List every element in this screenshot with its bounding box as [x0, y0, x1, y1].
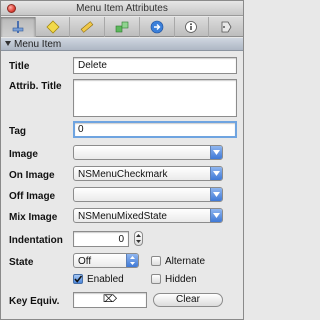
- enabled-label: Enabled: [87, 274, 124, 285]
- tag-label: Tag: [9, 126, 27, 137]
- key-equiv-field[interactable]: ⌦: [73, 292, 147, 308]
- tab-size[interactable]: [70, 17, 106, 37]
- mix-image-label: Mix Image: [9, 212, 58, 223]
- alternate-label: Alternate: [165, 256, 206, 267]
- tab-attributes[interactable]: [1, 17, 36, 37]
- key-equiv-label: Key Equiv.: [9, 296, 60, 307]
- combo-arrow-icon[interactable]: [210, 209, 222, 222]
- hidden-checkbox[interactable]: [151, 274, 161, 284]
- disclosure-triangle-icon[interactable]: [5, 41, 11, 46]
- ruler-icon: [80, 21, 94, 33]
- identity-tag-icon: [221, 21, 232, 33]
- on-image-combo[interactable]: NSMenuCheckmark: [73, 166, 223, 181]
- window-title: Menu Item Attributes: [76, 3, 168, 14]
- clear-button[interactable]: Clear: [153, 293, 223, 307]
- tab-connections[interactable]: [36, 17, 71, 37]
- checkmark-icon: [74, 275, 83, 283]
- connections-diamond-icon: [46, 20, 60, 34]
- tab-effects[interactable]: [140, 17, 175, 37]
- bindings-boxes-icon: [115, 21, 129, 33]
- section-header-menu-item[interactable]: Menu Item: [1, 38, 243, 51]
- tag-field[interactable]: 0: [73, 121, 237, 138]
- section-title: Menu Item: [14, 39, 62, 50]
- state-label: State: [9, 257, 34, 268]
- indentation-field[interactable]: 0: [73, 231, 129, 247]
- attrib-title-label: Attrib. Title: [9, 81, 62, 92]
- inspector-window: Menu Item Attributes Menu Item Title Del…: [0, 0, 244, 320]
- mix-image-combo[interactable]: NSMenuMixedState: [73, 208, 223, 223]
- mix-image-combo-value: NSMenuMixedState: [78, 211, 167, 222]
- info-icon: [185, 21, 198, 33]
- stepper-arrows-icon: [136, 234, 141, 243]
- alternate-checkbox[interactable]: [151, 256, 161, 266]
- attrib-title-field[interactable]: [73, 79, 237, 117]
- hidden-label: Hidden: [165, 274, 197, 285]
- image-combo[interactable]: [73, 145, 223, 160]
- delete-key-icon: ⌦: [102, 294, 118, 305]
- off-image-combo[interactable]: [73, 187, 223, 202]
- indentation-stepper[interactable]: [134, 231, 143, 246]
- tab-bindings[interactable]: [105, 17, 140, 37]
- combo-arrow-icon[interactable]: [210, 167, 222, 180]
- state-popup-value: Off: [78, 256, 92, 267]
- on-image-label: On Image: [9, 170, 55, 181]
- image-label: Image: [9, 149, 38, 160]
- indentation-label: Indentation: [9, 235, 63, 246]
- tab-info[interactable]: [175, 17, 210, 37]
- state-popup[interactable]: Off: [73, 253, 139, 268]
- enabled-checkbox[interactable]: [73, 274, 83, 284]
- on-image-combo-value: NSMenuCheckmark: [78, 169, 168, 180]
- tab-identity[interactable]: [209, 17, 243, 37]
- arrow-circle-icon: [150, 20, 164, 34]
- combo-arrow-icon[interactable]: [210, 146, 222, 159]
- title-bar: Menu Item Attributes: [1, 1, 243, 16]
- inspector-toolbar: [1, 17, 243, 37]
- title-label: Title: [9, 61, 30, 72]
- popup-arrows-icon[interactable]: [126, 254, 138, 267]
- title-field[interactable]: Delete: [73, 57, 237, 74]
- combo-arrow-icon[interactable]: [210, 188, 222, 201]
- off-image-label: Off Image: [9, 191, 56, 202]
- attributes-slider-icon: [12, 21, 24, 33]
